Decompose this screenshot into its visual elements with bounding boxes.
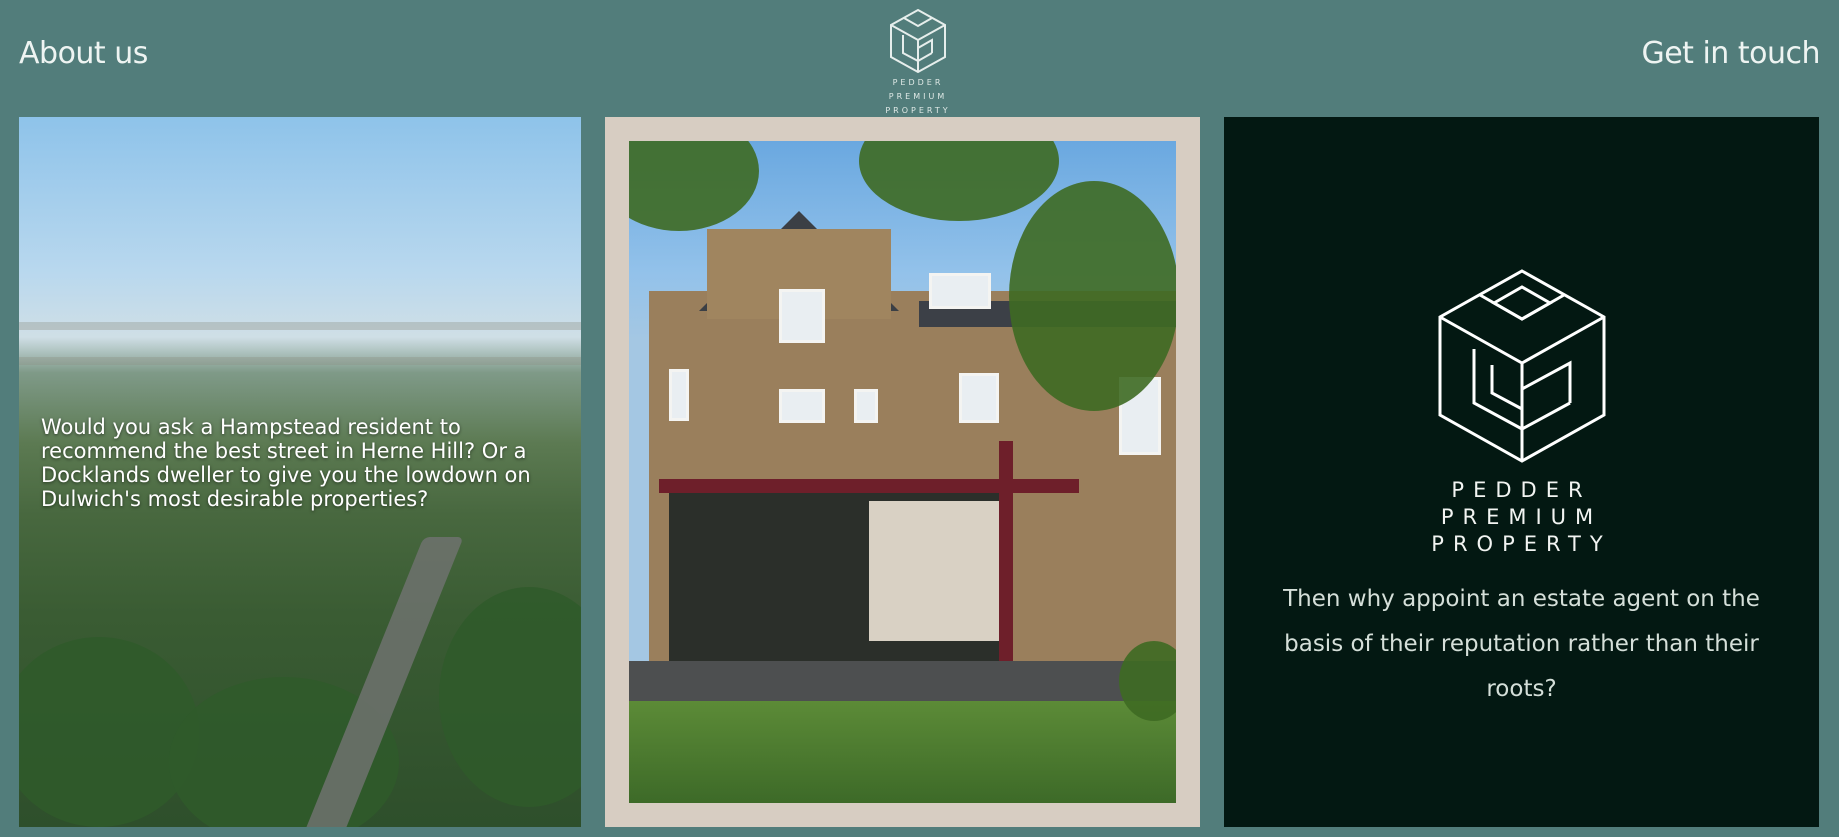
aerial-photo-panel: Would you ask a Hampstead resident to re… xyxy=(19,117,581,827)
house-photo-panel xyxy=(605,117,1200,827)
house-window xyxy=(854,389,878,423)
brand-wordmark-line3: PROPERTY xyxy=(1431,532,1612,556)
logo-wordmark-line1: PEDDER xyxy=(892,78,944,87)
site-logo[interactable]: PEDDER PREMIUM PROPERTY xyxy=(883,8,953,116)
house-interior-view xyxy=(869,501,999,641)
aerial-tree-cluster xyxy=(19,637,199,827)
cube-logo-icon xyxy=(1438,269,1606,463)
house-deck xyxy=(629,661,1176,701)
brand-wordmark-line2: PREMIUM xyxy=(1440,505,1603,529)
intro-question-text: Would you ask a Hampstead resident to re… xyxy=(41,415,531,511)
about-us-link[interactable]: About us xyxy=(19,36,148,71)
house-window xyxy=(779,289,825,343)
get-in-touch-link[interactable]: Get in touch xyxy=(1641,36,1820,71)
brand-panel: PEDDER PREMIUM PROPERTY Then why appoint… xyxy=(1224,117,1819,827)
house-window xyxy=(959,373,999,423)
tree-foliage xyxy=(1009,181,1176,411)
house-photo xyxy=(629,141,1176,803)
aerial-city-horizon xyxy=(19,322,581,330)
house-steel-beam xyxy=(659,479,1079,493)
cube-logo-icon xyxy=(890,8,946,74)
brand-tagline-text: Then why appoint an estate agent on the … xyxy=(1283,586,1760,702)
aerial-tree-cluster xyxy=(439,587,581,807)
house-lawn xyxy=(629,701,1176,803)
house-steel-column xyxy=(999,441,1013,661)
house-dormer-window xyxy=(929,273,991,309)
house-window xyxy=(669,369,689,421)
house-window xyxy=(779,389,825,423)
aerial-housing-rows xyxy=(19,357,581,365)
logo-wordmark-line2: PREMIUM xyxy=(888,92,948,101)
brand-wordmark-line1: PEDDER xyxy=(1451,478,1592,502)
tree-foliage xyxy=(859,141,1059,221)
logo-wordmark-line3: PROPERTY xyxy=(885,106,951,115)
